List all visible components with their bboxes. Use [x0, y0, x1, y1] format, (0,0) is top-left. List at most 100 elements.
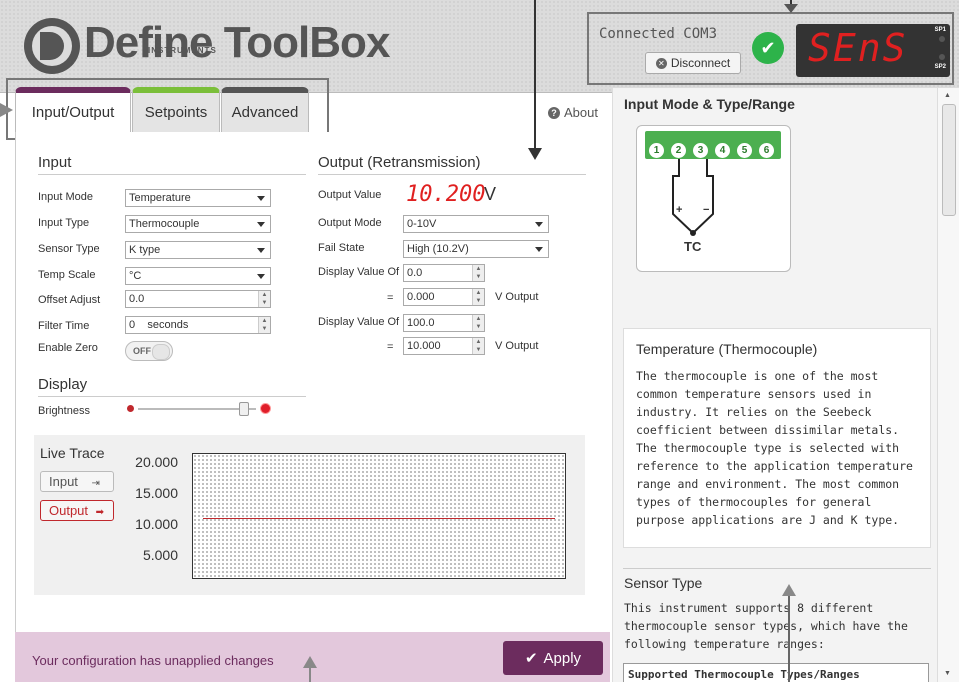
- offset-adjust-input[interactable]: 0.0 ▲ ▼: [125, 290, 271, 308]
- tc-label: TC: [684, 239, 702, 254]
- disconnect-button[interactable]: ✕ Disconnect: [645, 52, 741, 74]
- display-value-2-input[interactable]: 100.0 ▲ ▼: [403, 314, 485, 332]
- trace-input-button[interactable]: Input ⇥: [40, 471, 114, 492]
- annotation-arrow-head: [784, 4, 798, 13]
- scroll-up-icon[interactable]: ▲: [944, 92, 951, 99]
- connection-status: Connected COM3: [599, 26, 718, 42]
- filter-time-suffix: seconds: [147, 319, 189, 331]
- scroll-down-icon[interactable]: ▼: [944, 670, 951, 677]
- info-panel-scrollbar[interactable]: ▲ ▼: [937, 88, 959, 682]
- connected-check-icon: ✔: [752, 32, 784, 64]
- equals-2: =: [387, 341, 394, 353]
- brightness-label: Brightness: [38, 405, 90, 417]
- display-value-1: 0.0: [407, 267, 423, 279]
- sp1-label: SP1: [934, 27, 946, 33]
- description-title: Temperature (Thermocouple): [636, 341, 818, 357]
- output-value-2-spinner[interactable]: ▲ ▼: [472, 338, 484, 354]
- annotation-arrow: [534, 0, 536, 150]
- input-mode-select[interactable]: Temperature: [125, 189, 271, 207]
- input-section-title: Input: [38, 154, 306, 175]
- temp-scale-select[interactable]: °C: [125, 267, 271, 285]
- device-display-text: SEnS: [808, 26, 908, 70]
- annotation-arrow-head: [528, 148, 542, 160]
- tabs-highlight: [6, 78, 329, 140]
- y-tick: 5.000: [142, 547, 178, 563]
- output-value-1-input[interactable]: 0.000 ▲ ▼: [403, 288, 485, 306]
- close-icon: ✕: [655, 57, 667, 69]
- v-output-label-1: V Output: [495, 291, 539, 303]
- live-trace-panel: Live Trace Input ⇥ Output ➡ 20.000 15.00…: [34, 435, 585, 595]
- brightness-max-icon: [260, 403, 271, 414]
- output-mode-select[interactable]: 0-10V: [403, 215, 549, 233]
- disconnect-label: Disconnect: [670, 56, 731, 70]
- annotation-arrow-head: [782, 584, 796, 596]
- sp1-indicator: [939, 36, 945, 42]
- scrollbar-thumb[interactable]: [942, 104, 956, 216]
- annotation-arrow-head: [0, 103, 13, 117]
- supported-types-table-header: Supported Thermocouple Types/Ranges: [623, 663, 929, 682]
- sensor-type-body: This instrument supports 8 different the…: [624, 601, 908, 651]
- logo-subtitle: INSTRUMENTS: [148, 46, 217, 55]
- filter-time-label: Filter Time: [38, 320, 90, 332]
- output-value-2: 10.000: [407, 340, 441, 352]
- logo-icon: [24, 18, 80, 74]
- enable-zero-toggle[interactable]: OFF: [125, 341, 173, 361]
- output-value-1-spinner[interactable]: ▲ ▼: [472, 289, 484, 305]
- info-panel-title: Input Mode & Type/Range: [624, 96, 795, 112]
- trace-output-label: Output: [49, 503, 89, 518]
- brightness-thumb[interactable]: [239, 402, 250, 416]
- check-icon: ✔: [524, 650, 538, 667]
- display-value-1-input[interactable]: 0.0 ▲ ▼: [403, 264, 485, 282]
- output-toggle-icon: ➡: [95, 507, 105, 518]
- sensor-type-select[interactable]: K type: [125, 241, 271, 259]
- offset-adjust-label: Offset Adjust: [38, 294, 101, 306]
- connection-panel: Connected COM3 ✕ Disconnect ✔ SEnS SP1 S…: [587, 12, 954, 85]
- enable-zero-label: Enable Zero: [38, 342, 98, 354]
- display-value-of-label-2: Display Value Of: [318, 316, 400, 328]
- output-value-1: 0.000: [407, 291, 435, 303]
- input-type-select[interactable]: Thermocouple: [125, 215, 271, 233]
- y-tick: 20.000: [135, 454, 178, 470]
- divider: [623, 568, 931, 569]
- brightness-min-icon: [127, 405, 134, 412]
- wiring-diagram: 1 2 3 4 5 6 + − TC: [636, 125, 791, 272]
- sp2-indicator: [939, 54, 945, 60]
- fail-state-label: Fail State: [318, 242, 365, 254]
- help-icon: ?: [548, 106, 560, 119]
- filter-time-value: 0: [129, 319, 136, 331]
- output-value-2-input[interactable]: 10.000 ▲ ▼: [403, 337, 485, 355]
- trace-plot: [192, 453, 566, 579]
- input-mode-label: Input Mode: [38, 191, 94, 203]
- offset-spinner[interactable]: ▲ ▼: [258, 291, 270, 307]
- fail-state-select[interactable]: High (10.2V): [403, 240, 549, 258]
- description-body: The thermocouple is one of the most comm…: [636, 369, 913, 527]
- display-value-2-spinner[interactable]: ▲ ▼: [472, 315, 484, 331]
- display-value-2: 100.0: [407, 317, 435, 329]
- trace-output-line: [203, 517, 555, 519]
- display-value-of-label-1: Display Value Of: [318, 266, 400, 278]
- offset-adjust-value: 0.0: [129, 293, 145, 305]
- sensor-type-label: Sensor Type: [38, 243, 100, 255]
- minus-label: −: [703, 204, 710, 216]
- y-tick: 10.000: [135, 516, 178, 532]
- apply-button[interactable]: ✔ Apply: [503, 641, 603, 675]
- trace-input-label: Input: [49, 474, 78, 489]
- description-box: Temperature (Thermocouple) The thermocou…: [623, 328, 931, 548]
- unapplied-message: Your configuration has unapplied changes: [32, 653, 274, 668]
- about-link[interactable]: ? About: [548, 105, 598, 120]
- plus-label: +: [676, 204, 683, 216]
- input-type-label: Input Type: [38, 217, 90, 229]
- filter-time-input[interactable]: 0 seconds ▲ ▼: [125, 316, 271, 334]
- filter-time-spinner[interactable]: ▲ ▼: [258, 317, 270, 333]
- equals-1: =: [387, 292, 394, 304]
- annotation-arrow: [309, 668, 311, 682]
- output-value: 10.200: [406, 182, 486, 207]
- main-panel: Input Input Mode Temperature Input Type …: [15, 132, 610, 682]
- sp2-label: SP2: [934, 64, 946, 70]
- toggle-state: OFF: [133, 346, 151, 356]
- display-value-1-spinner[interactable]: ▲ ▼: [472, 265, 484, 281]
- display-section-title: Display: [38, 376, 306, 397]
- output-section-title: Output (Retransmission): [318, 154, 586, 175]
- trace-output-button[interactable]: Output ➡: [40, 500, 114, 521]
- apply-label: Apply: [543, 649, 582, 667]
